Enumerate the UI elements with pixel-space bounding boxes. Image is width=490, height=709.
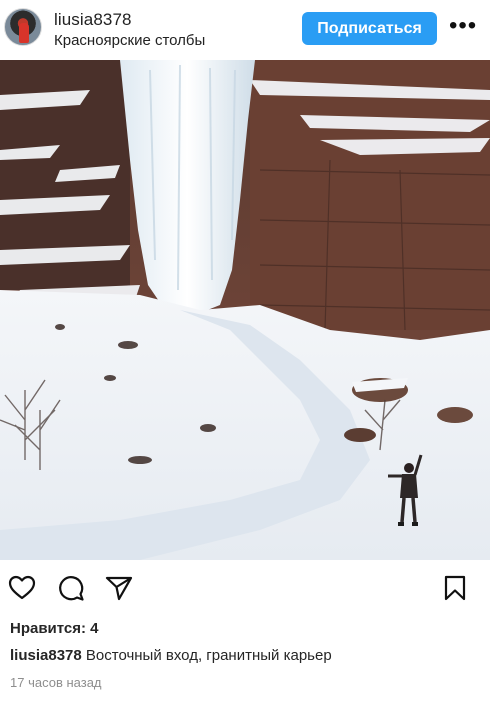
post-header: liusia8378 Красноярские столбы Подписать…: [0, 0, 490, 58]
caption-text: Восточный вход, гранитный карьер: [85, 647, 332, 664]
more-options-icon[interactable]: •••: [449, 14, 477, 40]
follow-button[interactable]: Подписаться: [302, 12, 437, 45]
post-caption: liusia8378 Восточный вход, гранитный кар…: [10, 647, 332, 664]
post-actions: [0, 566, 490, 610]
heart-icon[interactable]: [8, 574, 36, 602]
paper-plane-icon[interactable]: [105, 574, 133, 602]
speech-bubble-icon[interactable]: [57, 574, 85, 602]
caption-username[interactable]: liusia8378: [10, 647, 82, 664]
post-timestamp: 17 часов назад: [10, 675, 102, 690]
bookmark-icon[interactable]: [441, 574, 469, 602]
likes-count[interactable]: Нравится: 4: [10, 620, 99, 637]
username[interactable]: liusia8378: [54, 10, 132, 30]
post-image[interactable]: [0, 60, 490, 560]
location-link[interactable]: Красноярские столбы: [54, 32, 205, 49]
avatar[interactable]: [4, 8, 42, 46]
